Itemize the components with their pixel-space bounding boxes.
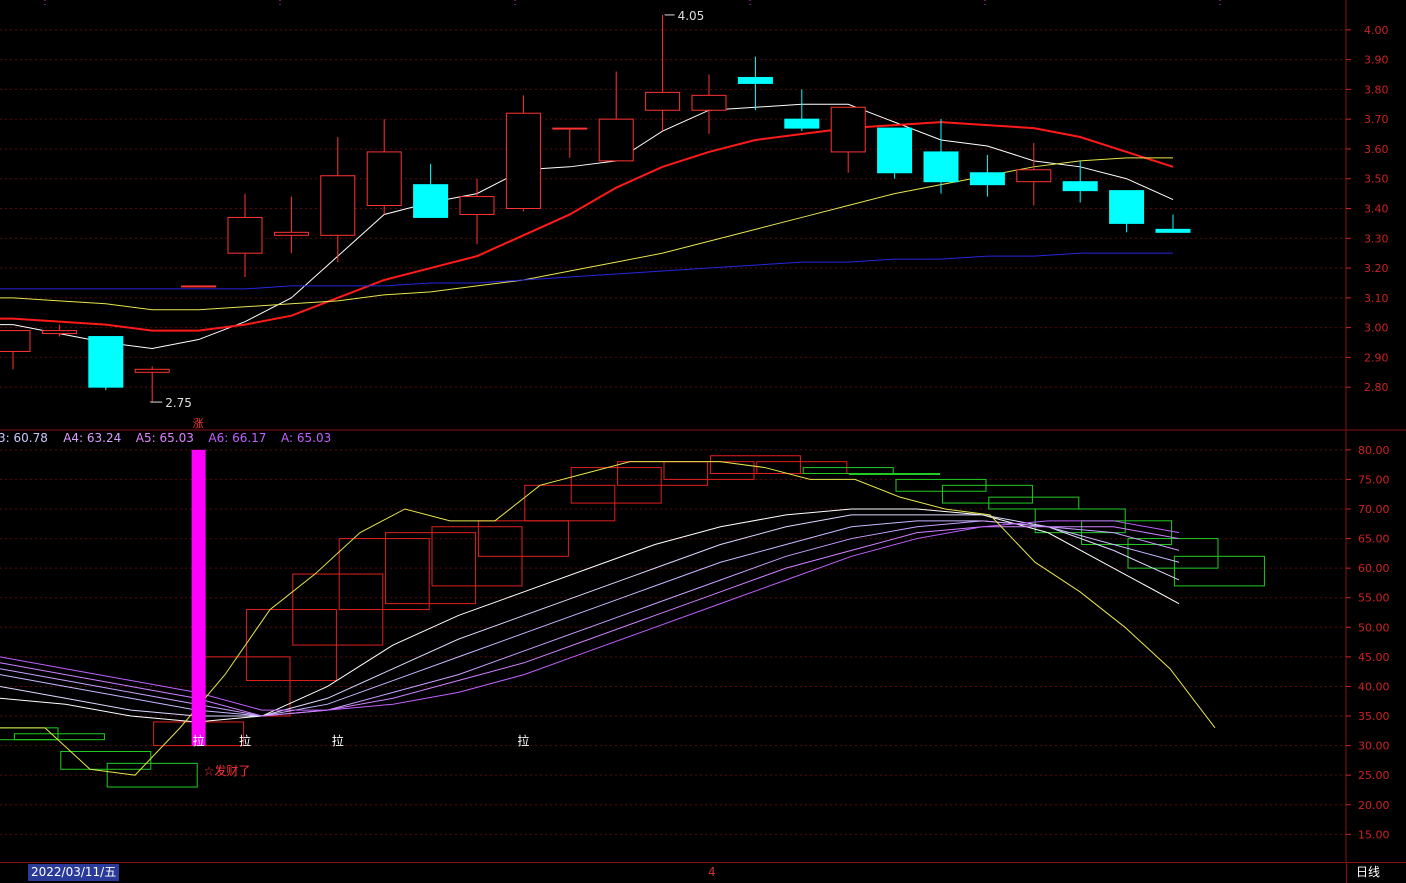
indicator-tick-label: 30.00 xyxy=(1358,740,1390,753)
candle-body xyxy=(830,106,866,153)
indicator-box xyxy=(617,461,709,486)
status-bar: 2022/03/11/五 4 日线 xyxy=(0,862,1406,883)
candle-body xyxy=(505,112,541,209)
indicator-tick-label: 40.00 xyxy=(1358,680,1390,693)
price-tick-label: 3.40 xyxy=(1364,203,1389,216)
candle-body xyxy=(88,336,124,388)
indicator-box xyxy=(709,455,801,474)
candle-body xyxy=(227,216,263,254)
candle-body xyxy=(877,127,913,174)
price-axes: 4.00 3.90 3.80 3.70 3.60 3.50 3.40 3.30 3.20 3.10… xyxy=(1346,24,1390,841)
ma-line xyxy=(0,103,1174,349)
price-tick-label: 3.60 xyxy=(1364,143,1389,156)
kline-chart: 4.00 3.90 3.80 3.70 3.60 3.50 3.40 3.30 3.20 3.10… xyxy=(0,0,1406,862)
candle-body xyxy=(1109,190,1145,224)
indicator-tick-label: 75.00 xyxy=(1358,473,1390,486)
period-tab[interactable]: 日线 xyxy=(1356,864,1380,881)
indicator-box xyxy=(802,467,894,474)
indicator-box xyxy=(849,472,941,475)
moving-average-lines xyxy=(0,103,1174,349)
legend-entry: A6: 66.17 xyxy=(208,431,266,445)
indicator-box xyxy=(13,733,105,741)
indicator-tick-label: 80.00 xyxy=(1358,444,1390,457)
candle-body xyxy=(784,118,820,129)
up-label: 涨 xyxy=(193,417,204,430)
indicator-tick-label: 70.00 xyxy=(1358,503,1390,516)
candle-body xyxy=(0,330,31,352)
price-tick-label: 3.20 xyxy=(1364,262,1389,275)
fan-line xyxy=(0,514,1180,717)
indicator-box xyxy=(1127,538,1219,569)
chart-labels: 4.05 2.75 3: 60.78 A4: 63.24 A5: 65.03 A6: 66… xyxy=(0,9,704,778)
indicator-tick-label: 15.00 xyxy=(1358,828,1390,841)
candle-body xyxy=(181,285,217,288)
indicator-tick-label: 50.00 xyxy=(1358,621,1390,634)
price-tick-label: 4.00 xyxy=(1364,24,1389,37)
marker-label: 拉 xyxy=(332,733,344,748)
candle-body xyxy=(320,175,356,236)
legend-entry: A: 65.03 xyxy=(281,431,331,445)
indicator-tick-label: 20.00 xyxy=(1358,799,1390,812)
marker-label: 拉 xyxy=(239,733,251,748)
candle-body xyxy=(923,151,959,183)
indicator-tick-label: 55.00 xyxy=(1358,592,1390,605)
candle-body xyxy=(691,94,727,111)
candle-body xyxy=(598,118,634,162)
fan-line xyxy=(0,526,1180,717)
indicator-tick-label: 45.00 xyxy=(1358,651,1390,664)
price-tick-label: 3.90 xyxy=(1364,54,1389,67)
signal-text: ☆发财了 xyxy=(204,763,251,778)
mid-marker: 4 xyxy=(708,865,716,879)
candle-body xyxy=(134,368,170,373)
indicator-panel xyxy=(0,449,1265,788)
candle-body xyxy=(41,330,77,335)
date-label: 2022/03/11/五 xyxy=(28,864,120,881)
candle-body xyxy=(969,172,1005,186)
fan-line xyxy=(0,508,1180,723)
ma-line xyxy=(0,252,1173,290)
candle-body xyxy=(552,127,588,130)
legend-entry: 3: 60.78 xyxy=(0,431,48,445)
candle-body xyxy=(273,231,309,236)
indicator-tick-label: 60.00 xyxy=(1358,562,1390,575)
price-tick-label: 3.50 xyxy=(1364,173,1389,186)
legend-entry: A5: 65.03 xyxy=(136,431,194,445)
legend-entry: A4: 63.24 xyxy=(63,431,121,445)
indicator-box xyxy=(1173,555,1265,587)
price-tick-label: 3.30 xyxy=(1364,232,1389,245)
ma-line xyxy=(0,121,1174,332)
high-label: 4.05 xyxy=(678,9,705,23)
price-tick-label: 2.90 xyxy=(1364,351,1389,364)
price-tick-label: 3.00 xyxy=(1364,322,1389,335)
candle-body xyxy=(1062,181,1098,192)
price-tick-label: 3.70 xyxy=(1364,113,1389,126)
indicator-tick-label: 65.00 xyxy=(1358,533,1390,546)
price-tick-label: 3.80 xyxy=(1364,83,1389,96)
candle-body xyxy=(1016,169,1052,183)
indicator-box xyxy=(941,484,1033,504)
candle-body xyxy=(645,91,681,111)
candle-body xyxy=(366,151,402,207)
fan-line xyxy=(0,520,1180,711)
price-tick-label: 3.10 xyxy=(1364,292,1389,305)
marker-label: 拉 xyxy=(193,733,205,748)
marker-label: 拉 xyxy=(517,733,529,748)
candle-body xyxy=(413,184,449,218)
signal-bar xyxy=(191,449,206,746)
price-tick-label: 2.80 xyxy=(1364,381,1389,394)
candle-body xyxy=(1155,228,1191,233)
indicator-tick-label: 25.00 xyxy=(1358,769,1390,782)
candle-body xyxy=(459,196,495,215)
low-label: 2.75 xyxy=(165,396,192,410)
indicator-tick-label: 35.00 xyxy=(1358,710,1390,723)
candle-body xyxy=(737,76,773,84)
